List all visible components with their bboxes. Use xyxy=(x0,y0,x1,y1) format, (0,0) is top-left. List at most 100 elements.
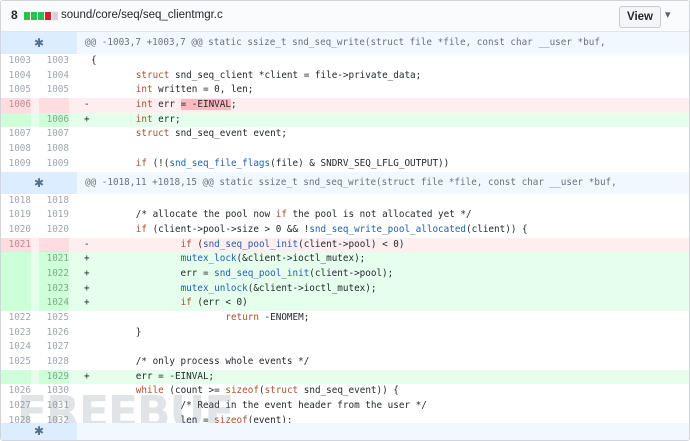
old-line-number[interactable] xyxy=(1,266,31,282)
diff-line: 1018 1018 xyxy=(1,194,689,209)
old-line-number[interactable] xyxy=(1,252,31,267)
diff-line: 1023 + mutex_unlock(&client->ioctl_mutex)… xyxy=(1,281,689,297)
old-line-number[interactable]: 1009 xyxy=(1,157,31,172)
unfold-icon[interactable]: ✱ xyxy=(1,171,77,194)
diff-marker: + xyxy=(84,267,90,279)
new-line-number[interactable]: 1007 xyxy=(39,127,69,142)
diff-line: 1019 1019 /* allocate the pool now if the… xyxy=(1,208,689,223)
new-line-number[interactable]: 1027 xyxy=(39,340,69,355)
diff-marker: + xyxy=(84,282,90,294)
file-header: 8 sound/core/seq/seq_clientmgr.c View ▾ xyxy=(1,1,689,32)
old-line-number[interactable]: 1018 xyxy=(1,194,31,209)
diff-marker: + xyxy=(84,297,90,309)
unfold-icon[interactable]: ✱ xyxy=(1,423,77,440)
diff-line: 1022 + err = snd_seq_pool_init(client->po… xyxy=(1,266,689,282)
diffstat-block xyxy=(38,12,44,20)
old-line-number[interactable]: 1004 xyxy=(1,69,31,84)
chevron-down-icon[interactable]: ▾ xyxy=(665,8,671,21)
code-text: int err; xyxy=(135,113,181,125)
old-line-number[interactable] xyxy=(1,112,31,128)
diffstat-block xyxy=(31,12,37,20)
diff-table: ✱ @@ -1003,7 +1003,7 @@ static ssize_t s… xyxy=(1,32,689,429)
new-line-number[interactable]: 1022 xyxy=(39,266,69,282)
diffstat-block xyxy=(45,12,51,20)
diff-line: 1023 1026 } xyxy=(1,326,689,341)
diffstat-block xyxy=(52,12,58,20)
new-line-number[interactable]: 1026 xyxy=(39,326,69,341)
diff-line: 1024 + if (err < 0) xyxy=(1,296,689,311)
diff-line: 1029 + err = -EINVAL; xyxy=(1,369,689,385)
hunk-header-text: @@ -1003,7 +1003,7 @@ static ssize_t snd… xyxy=(85,37,606,48)
code-text: struct snd_seq_event event; xyxy=(135,128,287,140)
old-line-number[interactable]: 1024 xyxy=(1,340,31,355)
code-text: mutex_lock(&client->ioctl_mutex); xyxy=(180,253,366,265)
file-path[interactable]: sound/core/seq/seq_clientmgr.c xyxy=(61,9,223,21)
old-line-number[interactable]: 1019 xyxy=(1,208,31,223)
new-line-number[interactable]: 1024 xyxy=(39,296,69,311)
diffstat-block xyxy=(24,12,30,20)
new-line-number[interactable]: 1029 xyxy=(39,369,69,385)
diffstat-bars xyxy=(24,12,59,20)
new-line-number[interactable] xyxy=(39,237,69,253)
old-line-number[interactable]: 1007 xyxy=(1,127,31,142)
new-line-number[interactable] xyxy=(39,98,69,113)
new-line-number[interactable]: 1005 xyxy=(39,83,69,98)
old-line-number[interactable]: 1022 xyxy=(1,311,31,326)
hunk-header: ✱ @@ -1018,11 +1018,15 @@ static ssize_t… xyxy=(1,171,689,194)
diff-line: 1005 1005 int written = 0, len; xyxy=(1,83,689,98)
new-line-number[interactable]: 1003 xyxy=(39,54,69,69)
code-text: err = snd_seq_pool_init(client->pool); xyxy=(91,267,394,279)
diff-line: 1003 1003 { xyxy=(1,54,689,69)
expand-below: ✱ xyxy=(1,423,689,440)
diff-marker: + xyxy=(84,113,90,125)
diff-marker: - xyxy=(84,99,90,111)
diff-line: 1009 1009 if (!(snd_seq_file_flags(file) … xyxy=(1,157,689,172)
old-line-number[interactable]: 1005 xyxy=(1,83,31,98)
old-line-number[interactable]: 1025 xyxy=(1,355,31,370)
old-line-number[interactable] xyxy=(1,281,31,297)
old-line-number[interactable]: 1020 xyxy=(1,223,31,238)
new-line-number[interactable]: 1006 xyxy=(39,112,69,128)
diff-marker: + xyxy=(84,253,90,265)
diff-file-card: 8 sound/core/seq/seq_clientmgr.c View ▾ … xyxy=(0,0,690,441)
new-line-number[interactable]: 1008 xyxy=(39,142,69,157)
old-line-number[interactable]: 1023 xyxy=(1,326,31,341)
diff-line: 1021 - if (snd_seq_pool_init(client->pool… xyxy=(1,237,689,253)
code-text: if (client->pool->size > 0 && !snd_seq_w… xyxy=(135,223,528,235)
new-line-number[interactable]: 1025 xyxy=(39,311,69,326)
code-text: } xyxy=(91,326,142,338)
diff-line: 1022 1025 return -ENOMEM; xyxy=(1,311,689,326)
old-line-number[interactable] xyxy=(1,296,31,311)
diff-line: 1006 + int err; xyxy=(1,112,689,128)
change-count: 8 xyxy=(11,8,18,22)
new-line-number[interactable]: 1028 xyxy=(39,355,69,370)
view-file-button[interactable]: View xyxy=(619,6,661,28)
hunk-header: ✱ @@ -1003,7 +1003,7 @@ static ssize_t s… xyxy=(1,32,689,54)
new-line-number[interactable]: 1004 xyxy=(39,69,69,84)
new-line-number[interactable]: 1023 xyxy=(39,281,69,297)
code-text: err = -EINVAL; xyxy=(91,370,215,382)
old-line-number[interactable]: 1008 xyxy=(1,142,31,157)
unfold-icon[interactable]: ✱ xyxy=(1,32,77,54)
diff-marker: + xyxy=(84,370,90,382)
diff-line: 1021 + mutex_lock(&client->ioctl_mutex); xyxy=(1,252,689,267)
old-line-number[interactable] xyxy=(1,369,31,385)
diff-line: 1025 1028 /* only process whole events */ xyxy=(1,355,689,370)
new-line-number[interactable]: 1019 xyxy=(39,208,69,223)
diff-marker: - xyxy=(84,238,90,250)
new-line-number[interactable]: 1018 xyxy=(39,194,69,209)
code-text: /* allocate the pool now if the pool is … xyxy=(91,209,472,221)
new-line-number[interactable]: 1021 xyxy=(39,252,69,267)
code-text: if (snd_seq_pool_init(client->pool) < 0) xyxy=(180,238,405,250)
new-line-number[interactable]: 1009 xyxy=(39,157,69,172)
code-text: if (err < 0) xyxy=(180,297,248,309)
new-line-number[interactable]: 1020 xyxy=(39,223,69,238)
old-line-number[interactable]: 1006 xyxy=(1,98,31,113)
code-text: if (!(snd_seq_file_flags(file) & SNDRV_S… xyxy=(135,157,450,169)
old-line-number[interactable]: 1021 xyxy=(1,237,31,253)
diff-line: 1004 1004 struct snd_seq_client *client =… xyxy=(1,69,689,84)
code-text: mutex_unlock(&client->ioctl_mutex); xyxy=(180,282,377,294)
code-text: int err = -EINVAL; xyxy=(135,99,237,111)
diff-line: 1024 1027 xyxy=(1,340,689,355)
old-line-number[interactable]: 1003 xyxy=(1,54,31,69)
